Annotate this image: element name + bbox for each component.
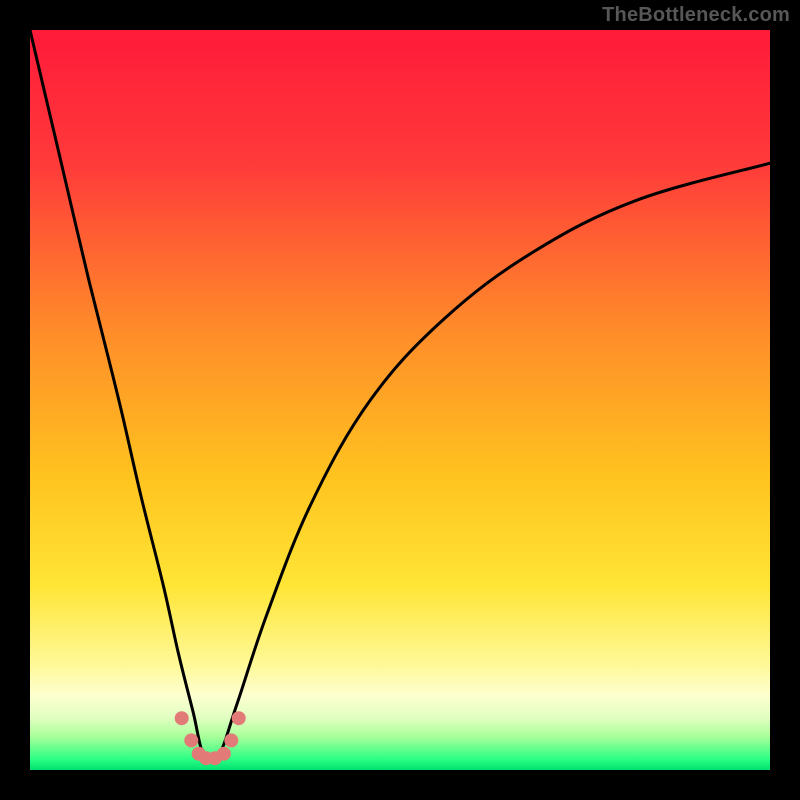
plot-background <box>30 30 770 770</box>
bead-marker <box>175 711 189 725</box>
bottleneck-chart <box>0 0 800 800</box>
bead-marker <box>217 747 231 761</box>
watermark-text: TheBottleneck.com <box>602 4 790 27</box>
bead-marker <box>224 733 238 747</box>
chart-container: { "watermark": "TheBottleneck.com", "fra… <box>0 0 800 800</box>
bead-marker <box>184 733 198 747</box>
bead-marker <box>232 711 246 725</box>
